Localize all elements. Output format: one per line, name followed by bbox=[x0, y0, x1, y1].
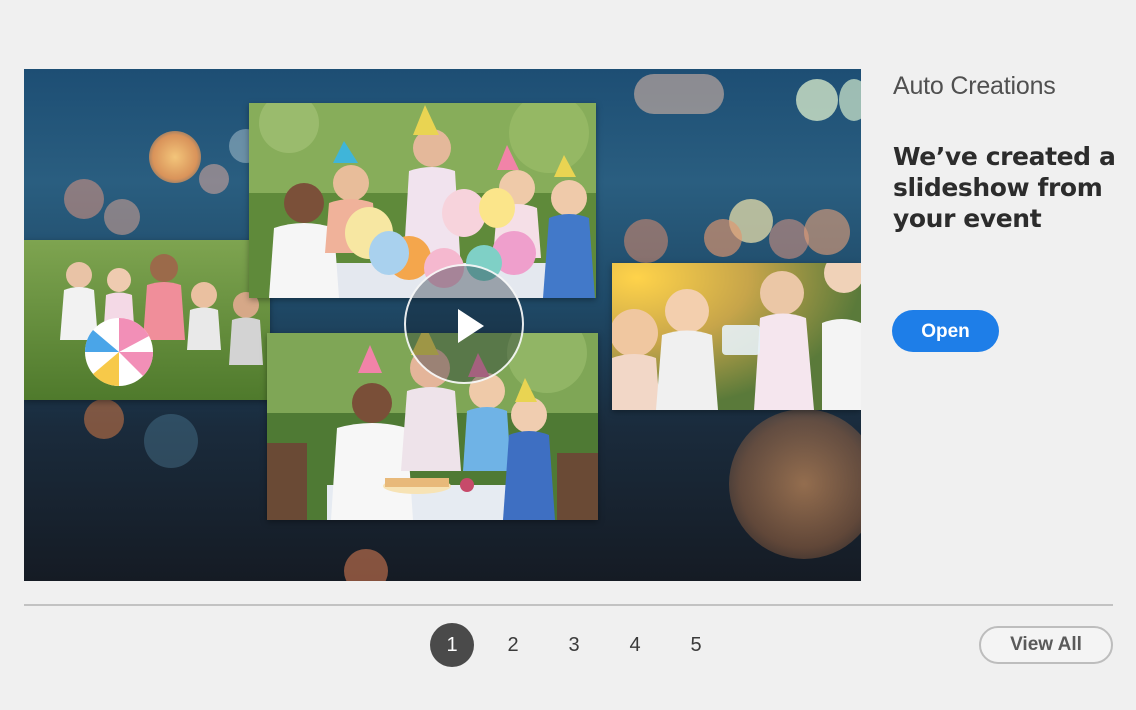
open-button[interactable]: Open bbox=[892, 310, 999, 352]
bokeh-light bbox=[804, 209, 850, 255]
bokeh-light bbox=[344, 549, 388, 581]
play-button[interactable] bbox=[404, 264, 524, 384]
section-title: Auto Creations bbox=[893, 72, 1056, 100]
bokeh-light bbox=[84, 399, 124, 439]
bokeh-light bbox=[796, 79, 838, 121]
creation-headline: We’ve created a slideshow from your even… bbox=[893, 142, 1116, 233]
slide-photo-kids-on-grass bbox=[24, 240, 270, 400]
slide-photo-girls-drinking bbox=[612, 263, 861, 410]
bokeh-light bbox=[839, 79, 861, 121]
slideshow-preview[interactable] bbox=[24, 69, 861, 581]
bokeh-light bbox=[149, 131, 201, 183]
bokeh-light bbox=[199, 164, 229, 194]
page-3-button[interactable]: 3 bbox=[552, 623, 596, 667]
bokeh-light bbox=[624, 219, 668, 263]
page-4-button[interactable]: 4 bbox=[613, 623, 657, 667]
bokeh-light bbox=[104, 199, 140, 235]
play-icon bbox=[458, 309, 484, 343]
divider bbox=[24, 604, 1113, 606]
bokeh-light bbox=[64, 179, 104, 219]
bokeh-light bbox=[634, 74, 724, 114]
view-all-button[interactable]: View All bbox=[979, 626, 1113, 664]
page-1-button[interactable]: 1 bbox=[430, 623, 474, 667]
bokeh-light bbox=[704, 219, 742, 257]
bokeh-light bbox=[769, 219, 809, 259]
auto-creations-panel: Auto Creations We’ve created a slideshow… bbox=[0, 0, 1136, 710]
page-2-button[interactable]: 2 bbox=[491, 623, 535, 667]
page-5-button[interactable]: 5 bbox=[674, 623, 718, 667]
bokeh-light bbox=[729, 409, 861, 559]
bokeh-light bbox=[144, 414, 198, 468]
